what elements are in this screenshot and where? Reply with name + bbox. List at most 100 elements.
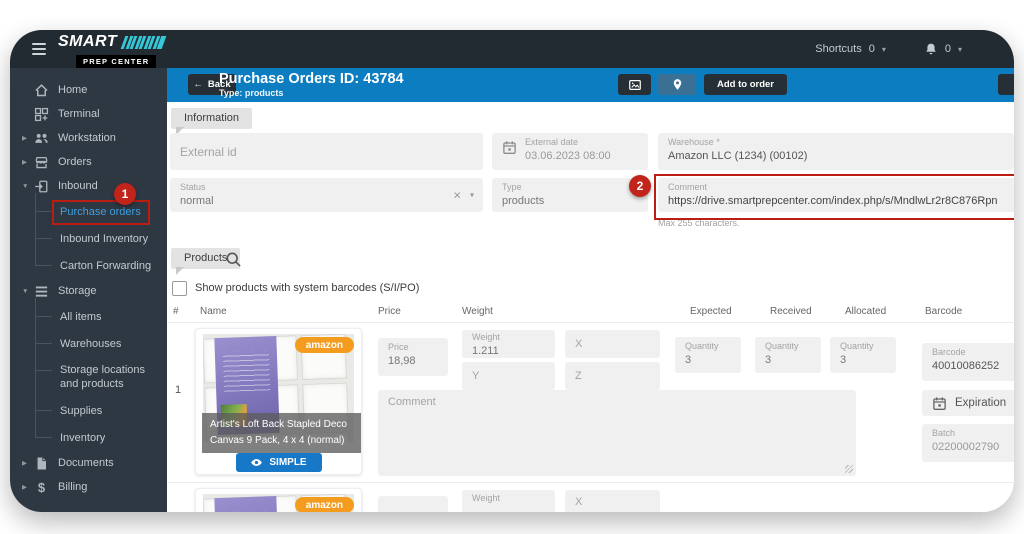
product-card: amazon xyxy=(195,488,362,512)
batch-value: 02200002790 xyxy=(932,440,1014,455)
bell-icon xyxy=(924,42,938,56)
status-select[interactable]: Status normal × ▾ xyxy=(170,178,483,212)
workstation-icon xyxy=(34,131,49,146)
barcode-field[interactable]: Barcode 40010086252 xyxy=(922,343,1014,381)
caret-right-icon: ▶ xyxy=(22,459,34,467)
shortcuts-label: Shortcuts xyxy=(815,43,861,55)
external-date-value: 03.06.2023 08:00 xyxy=(525,149,611,164)
tab-information[interactable]: Information xyxy=(171,108,252,129)
sidebar-item-workstation[interactable]: ▶ Workstation xyxy=(10,126,167,150)
price-field[interactable] xyxy=(378,496,448,512)
sidebar-item-label: Inbound xyxy=(58,180,98,192)
x-placeholder: X xyxy=(575,496,582,508)
received-quantity-field[interactable]: Quantity 3 xyxy=(755,337,821,373)
dimension-x-input[interactable]: X xyxy=(565,490,660,512)
search-icon[interactable] xyxy=(225,251,242,268)
expected-value: 3 xyxy=(685,353,731,368)
sidebar-item-label: Orders xyxy=(58,156,92,168)
y-placeholder: Y xyxy=(472,370,479,382)
logo-subtext: PREP CENTER xyxy=(76,55,156,68)
location-button[interactable] xyxy=(658,74,696,95)
dimension-x-input[interactable]: X xyxy=(565,330,660,358)
notifications-count: 0 xyxy=(945,43,951,55)
col-header-expected: Expected xyxy=(690,306,732,317)
system-barcodes-label: Show products with system barcodes (S/I/… xyxy=(195,282,419,294)
sidebar-item-label: Carton Forwarding xyxy=(60,260,151,272)
status-value: normal xyxy=(180,194,473,209)
sidebar-item-label: Terminal xyxy=(58,108,100,120)
allocated-quantity-field[interactable]: Quantity 3 xyxy=(830,337,896,373)
billing-icon: $ xyxy=(34,480,49,495)
caret-down-icon: ▼ xyxy=(22,288,34,295)
col-header-price: Price xyxy=(378,306,401,317)
top-bar: SMART PREP CENTER Shortcuts 0 ▾ 0 ▾ xyxy=(10,30,1014,68)
sidebar-item-storage[interactable]: ▼ Storage xyxy=(10,279,167,303)
external-date-field[interactable]: External date 03.06.2023 08:00 xyxy=(492,133,648,170)
col-header-allocated: Allocated xyxy=(845,306,886,317)
col-header-name: Name xyxy=(200,306,227,317)
price-field[interactable]: Price 18,98 xyxy=(378,338,448,376)
weight-field[interactable]: Weight 1.211 xyxy=(462,330,555,358)
sidebar-item-documents[interactable]: ▶ Documents xyxy=(10,451,167,475)
notifications-menu[interactable]: 0 ▾ xyxy=(924,42,962,56)
content-area: Information External id External date 03… xyxy=(167,102,1014,512)
sidebar: Home Terminal ▶ Workstation ▶ Orders ▼ I… xyxy=(10,68,167,512)
expiration-label: Expiration xyxy=(955,397,1006,409)
external-id-placeholder: External id xyxy=(180,145,237,159)
page-subtitle: Type: products xyxy=(219,88,404,98)
dimension-z-input[interactable]: Z xyxy=(565,362,660,390)
expiration-button[interactable]: Expiration xyxy=(922,390,1014,416)
dimension-y-input[interactable]: Y xyxy=(462,362,555,390)
weight-label: Weight xyxy=(472,493,545,505)
sidebar-item-warehouses[interactable]: Warehouses xyxy=(10,330,167,357)
dropdown-caret-icon[interactable]: ▾ xyxy=(470,191,474,200)
type-select[interactable]: Type products ▾ xyxy=(492,178,648,212)
row-index: 1 xyxy=(175,384,181,396)
shortcuts-menu[interactable]: Shortcuts 0 ▾ xyxy=(815,43,886,55)
batch-field[interactable]: Batch 02200002790 xyxy=(922,424,1014,462)
product-comment-textarea[interactable]: Comment xyxy=(378,390,856,476)
sidebar-item-label: Workstation xyxy=(58,132,116,144)
sidebar-item-inbound-inventory[interactable]: Inbound Inventory xyxy=(10,225,167,252)
header-extra-button[interactable] xyxy=(998,74,1014,95)
sidebar-item-inbound[interactable]: ▼ Inbound xyxy=(10,174,167,198)
sidebar-item-orders[interactable]: ▶ Orders xyxy=(10,150,167,174)
external-date-label: External date xyxy=(525,137,611,149)
hamburger-icon[interactable] xyxy=(32,43,46,58)
add-to-order-button[interactable]: Add to order xyxy=(704,74,787,95)
simple-view-button[interactable]: SIMPLE xyxy=(236,453,322,472)
sidebar-item-supplies[interactable]: Supplies xyxy=(10,397,167,424)
home-icon xyxy=(34,83,49,98)
orders-icon xyxy=(34,155,49,170)
status-label: Status xyxy=(180,182,473,194)
sidebar-item-carton-forwarding[interactable]: Carton Forwarding xyxy=(10,252,167,279)
caret-right-icon: ▶ xyxy=(22,158,34,166)
system-barcodes-checkbox[interactable] xyxy=(172,281,187,296)
sidebar-item-label: Inventory xyxy=(60,432,105,444)
app-window: SMART PREP CENTER Shortcuts 0 ▾ 0 ▾ Home xyxy=(10,30,1014,512)
sidebar-item-storage-locations-and-products[interactable]: Storage locations and products xyxy=(10,357,167,397)
caret-down-icon: ▾ xyxy=(882,45,886,54)
weight-field[interactable]: Weight xyxy=(462,490,555,512)
sidebar-item-home[interactable]: Home xyxy=(10,78,167,102)
sidebar-item-inventory[interactable]: Inventory xyxy=(10,424,167,451)
annotation-box-purchase-orders xyxy=(52,200,150,225)
calendar-icon xyxy=(502,140,517,155)
sidebar-item-billing[interactable]: ▶ $ Billing xyxy=(10,475,167,499)
external-id-input[interactable]: External id xyxy=(170,133,483,170)
sidebar-item-label: Documents xyxy=(58,457,114,469)
quantity-label: Quantity xyxy=(765,341,811,353)
sidebar-item-all-items[interactable]: All items xyxy=(10,303,167,330)
app-logo: SMART PREP CENTER xyxy=(58,33,164,69)
image-button[interactable] xyxy=(618,74,651,95)
sidebar-item-terminal[interactable]: Terminal xyxy=(10,102,167,126)
sidebar-item-label: Storage xyxy=(58,285,97,297)
warehouse-field[interactable]: Warehouse * Amazon LLC (1234) (00102) xyxy=(658,133,1014,170)
x-placeholder: X xyxy=(575,338,582,350)
sidebar-item-label: Storage locations and products xyxy=(60,363,160,392)
storage-icon xyxy=(34,284,49,299)
caret-down-icon: ▾ xyxy=(958,45,962,54)
sidebar-item-label: Home xyxy=(58,84,87,96)
expected-quantity-field[interactable]: Quantity 3 xyxy=(675,337,741,373)
clear-icon[interactable]: × xyxy=(453,188,461,203)
